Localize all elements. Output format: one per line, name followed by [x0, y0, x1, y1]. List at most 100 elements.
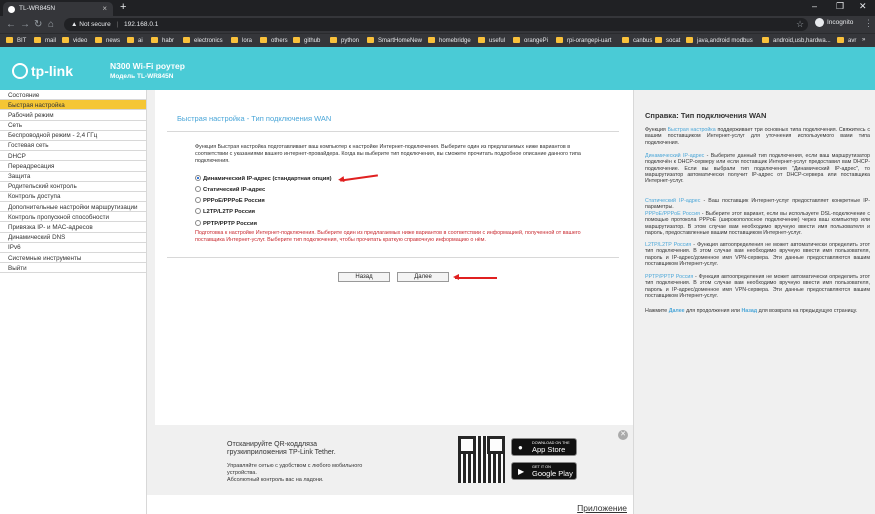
wan-option-label: PPTP/PPTP Россия — [203, 221, 257, 227]
radio-button[interactable] — [195, 175, 201, 181]
next-button[interactable]: Далее — [397, 272, 449, 282]
close-window-button[interactable]: ✕ — [859, 1, 867, 12]
radio-button[interactable] — [195, 208, 201, 214]
bookmark-folder[interactable]: electronics — [183, 37, 223, 44]
bookmark-folder[interactable]: video — [62, 37, 87, 44]
app-link[interactable]: Приложение — [577, 503, 627, 513]
bookmark-folder[interactable]: BIT — [6, 37, 26, 44]
help-keyword: Быстрая настройка — [667, 127, 716, 133]
kebab-menu-icon[interactable]: ⋮ — [864, 18, 873, 29]
sidebar-item[interactable]: Гостевая сеть — [0, 141, 146, 152]
bookmark-folder[interactable]: ai — [127, 37, 143, 44]
bookmark-folder[interactable]: github — [293, 37, 320, 44]
bookmark-folder[interactable]: others — [260, 37, 288, 44]
bookmark-folder[interactable]: habr — [151, 37, 174, 44]
radio-button[interactable] — [195, 220, 201, 226]
bookmark-label: avr — [848, 38, 857, 44]
back-arrow-icon[interactable]: ← — [6, 19, 16, 30]
home-icon[interactable]: ⌂ — [48, 19, 54, 30]
sidebar-item[interactable]: Беспроводной режим - 2,4 ГГц — [0, 131, 146, 141]
bookmark-folder[interactable]: rpi-orangepi-uart — [556, 37, 611, 44]
wan-option[interactable]: Статический IP-адрес — [195, 186, 265, 193]
router-title: N300 Wi-Fi роутер — [110, 61, 185, 71]
sidebar-item[interactable]: Сеть — [0, 121, 146, 131]
bookmark-folder[interactable]: socat — [655, 37, 680, 44]
sidebar-item[interactable]: Контроль доступа — [0, 192, 146, 203]
bookmark-folder[interactable]: python — [330, 37, 359, 44]
folder-icon — [231, 37, 238, 43]
restore-button[interactable]: ❐ — [836, 1, 844, 12]
bookmark-label: BIT — [17, 38, 27, 44]
bookmark-folder[interactable]: orangePi — [513, 37, 548, 44]
bookmark-folder[interactable]: lora — [231, 37, 252, 44]
address-bar[interactable]: ▲ Not secure | 192.168.0.1 — [64, 18, 808, 31]
app-promo-banner: Отсканируйте QR-коддляза грузкиприложени… — [155, 425, 633, 495]
folder-icon — [151, 37, 158, 43]
radio-button[interactable] — [195, 186, 201, 192]
wan-option[interactable]: PPPoE/PPPoE Россия — [195, 197, 265, 204]
sidebar-item[interactable]: Защита — [0, 172, 146, 182]
bookmark-folder[interactable]: homebridge — [428, 37, 471, 44]
app-store-badge[interactable]: ● DOWNLOAD ON THE App Store — [511, 438, 577, 456]
help-keyword: Статический IP-адрес — [645, 198, 701, 204]
browser-tab-bar: TL-WR845N × + – ❐ ✕ — [0, 0, 875, 16]
help-paragraph: L2TP/L2TP Россия - Функция автоопределен… — [645, 242, 870, 267]
sidebar-item[interactable]: Дополнительные настройки маршрутизации — [0, 202, 146, 213]
badge-big-text: Google Play — [532, 469, 573, 478]
folder-icon — [330, 37, 337, 43]
tp-link-logo-icon — [12, 63, 28, 79]
minimize-button[interactable]: – — [812, 1, 817, 11]
bookmark-folder[interactable]: useful — [478, 37, 505, 44]
bookmark-star-icon[interactable]: ☆ — [796, 19, 804, 30]
sidebar-item[interactable]: Состояние — [0, 90, 146, 101]
sidebar-item[interactable]: Системные инструменты — [0, 253, 146, 264]
wan-option[interactable]: L2TP/L2TP Россия — [195, 208, 255, 215]
bookmark-label: electronics — [194, 38, 223, 44]
close-promo-icon[interactable]: ✕ — [618, 430, 628, 440]
tp-link-logo: tp-link — [12, 63, 73, 79]
radio-button[interactable] — [195, 197, 201, 203]
sidebar-item[interactable]: Родительский контроль — [0, 182, 146, 192]
new-tab-button[interactable]: + — [120, 1, 126, 13]
promo-text: Управляйте сетью с удобством с любого мо… — [227, 463, 367, 484]
incognito-indicator[interactable]: Incognito — [815, 18, 853, 27]
help-paragraph: Функция Быстрая настройка поддерживает т… — [645, 127, 870, 146]
help-keyword: Динамический IP-адрес — [645, 153, 705, 159]
help-paragraph: Динамический IP-адрес - Выберите данный … — [645, 153, 870, 184]
app-link-bar: Приложение — [147, 495, 633, 514]
forward-arrow-icon[interactable]: → — [20, 19, 30, 30]
sidebar-item[interactable]: Динамический DNS — [0, 233, 146, 243]
warning-icon[interactable]: ▲ — [71, 21, 79, 28]
back-button[interactable]: Назад — [338, 272, 390, 282]
google-play-badge[interactable]: ▶ GET IT ON Google Play — [511, 462, 577, 480]
bookmark-folder[interactable]: avr — [837, 37, 856, 44]
reload-icon[interactable]: ↻ — [34, 19, 42, 30]
tab-close-icon[interactable]: × — [102, 4, 107, 13]
qr-code — [458, 436, 505, 483]
bookmark-folder[interactable]: mail — [34, 37, 56, 44]
bookmark-folder[interactable]: SmartHomeNew — [367, 37, 422, 44]
bookmark-folder[interactable]: canbus — [622, 37, 652, 44]
folder-icon — [183, 37, 190, 43]
sidebar-item[interactable]: Быстрая настройка — [0, 100, 146, 111]
sidebar-item[interactable]: DHCP — [0, 151, 146, 162]
folder-icon — [6, 37, 13, 43]
divider — [167, 131, 619, 132]
browser-tab[interactable]: TL-WR845N × — [3, 2, 113, 16]
wan-option-label: Динамический IP-адрес (стандартная опция… — [203, 176, 332, 182]
bookmark-folder[interactable]: java,android modbus — [686, 37, 753, 44]
bookmark-folder[interactable]: android,usb,hardwa... — [762, 37, 831, 44]
wan-option[interactable]: PPTP/PPTP Россия — [195, 220, 257, 227]
sidebar-item[interactable]: Переадресация — [0, 161, 146, 172]
sidebar-item[interactable]: Выйти — [0, 263, 146, 274]
folder-icon — [260, 37, 267, 43]
sidebar-item[interactable]: Привязка IP- и MAC-адресов — [0, 222, 146, 233]
sidebar-item[interactable]: Рабочий режим — [0, 110, 146, 121]
sidebar-item[interactable]: IPv6 — [0, 243, 146, 253]
bookmark-folder[interactable]: news — [95, 37, 120, 44]
wan-option[interactable]: Динамический IP-адрес (стандартная опция… — [195, 175, 332, 182]
bookmarks-overflow-icon[interactable]: » — [862, 37, 865, 43]
url-text: 192.168.0.1 — [124, 21, 159, 28]
promo-line: Управляйте сетью с удобством с любого мо… — [227, 463, 363, 476]
sidebar-item[interactable]: Контроль пропускной способности — [0, 212, 146, 223]
